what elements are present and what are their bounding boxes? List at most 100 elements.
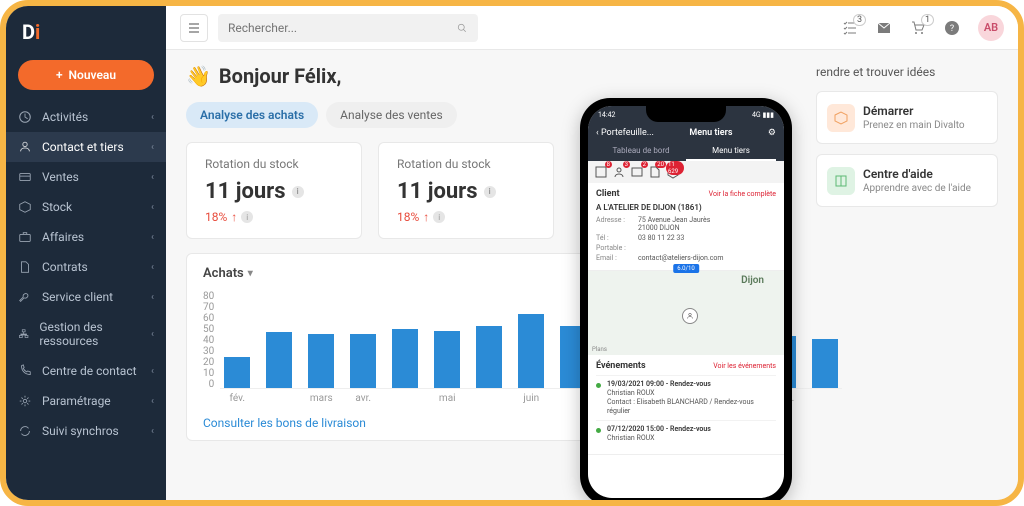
- phone-section-link[interactable]: Voir la fiche complète: [709, 190, 776, 198]
- map-pin-icon: [682, 308, 698, 324]
- sidebar-item-service[interactable]: Service client ‹: [6, 282, 166, 312]
- phone-badge[interactable]: 2: [630, 165, 644, 179]
- gear-icon[interactable]: ⚙: [768, 128, 776, 138]
- start-card[interactable]: Démarrer Prenez en main Divalto: [816, 91, 998, 144]
- svg-text:?: ?: [950, 24, 954, 34]
- sidebar: Di + Nouveau Activités ‹ Contact et tier…: [6, 6, 166, 500]
- sidebar-item-affaires[interactable]: Affaires ‹: [6, 222, 166, 252]
- status-dot-icon: [596, 428, 601, 433]
- logo: Di: [6, 6, 166, 54]
- bars-icon: [187, 21, 201, 35]
- phone-event-item[interactable]: 19/03/2021 09:00 - Rendez-vous Christian…: [596, 375, 776, 420]
- phone-map-city: Dijon: [741, 275, 764, 286]
- sidebar-item-synchros[interactable]: Suivi synchros ‹: [6, 416, 166, 446]
- tasks-button[interactable]: 3: [842, 20, 858, 36]
- chevron-left-icon: ‹: [151, 232, 154, 243]
- phone-tab-dashboard[interactable]: Tableau de bord: [596, 142, 686, 161]
- chevron-left-icon: ‹: [151, 329, 154, 340]
- chart-bar: [266, 332, 292, 388]
- chevron-down-icon[interactable]: ▾: [248, 268, 253, 279]
- credit-card-icon: [18, 170, 32, 184]
- phone-section-link[interactable]: Voir les événements: [713, 362, 776, 370]
- chart-bar: [392, 329, 418, 388]
- phone-back[interactable]: ‹ Portefeuille...: [596, 128, 654, 138]
- phone-map-attrib: Plans: [592, 346, 607, 353]
- search-input[interactable]: [228, 21, 448, 35]
- sidebar-item-label: Service client: [42, 290, 113, 304]
- wave-icon: 👋: [186, 64, 211, 88]
- phone-time: 14:42: [598, 111, 615, 119]
- menu-toggle[interactable]: [180, 14, 208, 42]
- sidebar-item-stock[interactable]: Stock ‹: [6, 192, 166, 222]
- question-icon: ?: [944, 20, 960, 36]
- search-box[interactable]: [218, 14, 478, 42]
- avatar[interactable]: AB: [978, 15, 1004, 41]
- envelope-icon: [876, 20, 892, 36]
- chart-bar: [812, 339, 838, 389]
- chevron-left-icon: ‹: [151, 142, 154, 153]
- kpi-delta: 18%: [397, 210, 419, 224]
- info-icon[interactable]: i: [484, 186, 496, 198]
- right-panel-heading: rendre et trouver idées: [816, 64, 998, 81]
- phone-title: Menu tiers: [689, 128, 732, 138]
- label: Tél :: [596, 234, 632, 242]
- info-icon[interactable]: i: [292, 186, 304, 198]
- cart-button[interactable]: 1: [910, 20, 926, 36]
- chart-bar: [518, 314, 544, 388]
- event-datetime: 07/12/2020 15:00 - Rendez-vous: [607, 425, 711, 434]
- help-button[interactable]: ?: [944, 20, 960, 36]
- sidebar-item-label: Paramétrage: [42, 394, 111, 408]
- info-icon[interactable]: i: [241, 211, 253, 223]
- phone-tab-menu-tiers[interactable]: Menu tiers: [686, 142, 776, 161]
- sidebar-item-activites[interactable]: Activités ‹: [6, 102, 166, 132]
- mail-button[interactable]: [876, 20, 892, 36]
- phone-badges-row: 8 3 2 20 11 629: [588, 161, 784, 183]
- chevron-left-icon: ‹: [151, 366, 154, 377]
- kpi-card-rotation-1: Rotation du stock 11 joursi 18%↑i: [186, 142, 362, 239]
- label: Adresse :: [596, 216, 632, 232]
- phone-section-title: Événements: [596, 361, 646, 371]
- phone-section-title: Client: [596, 189, 620, 199]
- sidebar-item-label: Activités: [42, 110, 88, 124]
- sidebar-item-parametrage[interactable]: Paramétrage ‹: [6, 386, 166, 416]
- chevron-left-icon: ‹: [151, 202, 154, 213]
- greeting-text: Bonjour Félix,: [219, 64, 342, 88]
- phone-badge[interactable]: 3: [612, 165, 626, 179]
- help-card[interactable]: Centre d'aide Apprendre avec de l'aide: [816, 154, 998, 207]
- chart-bar: [350, 334, 376, 388]
- new-button[interactable]: + Nouveau: [18, 60, 154, 90]
- status-dot-icon: [596, 383, 601, 388]
- chart-bar: [308, 334, 334, 388]
- card-subtitle: Prenez en main Divalto: [863, 120, 987, 131]
- kpi-title: Rotation du stock: [397, 157, 535, 171]
- sidebar-item-gestion[interactable]: Gestion des ressources ‹: [6, 312, 166, 356]
- chevron-left-icon: ‹: [151, 426, 154, 437]
- sidebar-item-label: Contact et tiers: [42, 140, 124, 154]
- chevron-left-icon: ‹: [151, 172, 154, 183]
- tab-ventes[interactable]: Analyse des ventes: [326, 102, 457, 128]
- kpi-value: 11 jours: [205, 179, 286, 204]
- label: Portable :: [596, 244, 632, 252]
- info-icon[interactable]: i: [433, 211, 445, 223]
- clock-icon: [18, 110, 32, 124]
- box-icon: [18, 200, 32, 214]
- phone-map[interactable]: 6.0/10 Dijon Plans: [588, 271, 784, 355]
- sidebar-item-centre-contact[interactable]: Centre de contact ‹: [6, 356, 166, 386]
- chart-bar: [224, 357, 250, 388]
- phone-badge[interactable]: 11 629: [666, 165, 680, 179]
- chevron-left-icon: ‹: [151, 292, 154, 303]
- chart-title: Achats: [203, 266, 244, 281]
- label: Email :: [596, 254, 632, 262]
- phone-event-item[interactable]: 07/12/2020 15:00 - Rendez-vous Christian…: [596, 420, 776, 447]
- sidebar-item-contact[interactable]: Contact et tiers ‹: [6, 132, 166, 162]
- phone-badge[interactable]: 8: [594, 165, 608, 179]
- sidebar-item-ventes[interactable]: Ventes ‹: [6, 162, 166, 192]
- wrench-icon: [18, 290, 32, 304]
- phone-mockup: 14:42 4G ▮▮▮ ‹ Portefeuille... Menu tier…: [580, 98, 792, 506]
- right-panel: rendre et trouver idées Démarrer Prenez …: [816, 64, 998, 207]
- tab-achats[interactable]: Analyse des achats: [186, 102, 318, 128]
- book-icon: [827, 167, 855, 195]
- file-icon: [18, 260, 32, 274]
- sidebar-item-contrats[interactable]: Contrats ‹: [6, 252, 166, 282]
- phone-badge[interactable]: 20: [648, 165, 662, 179]
